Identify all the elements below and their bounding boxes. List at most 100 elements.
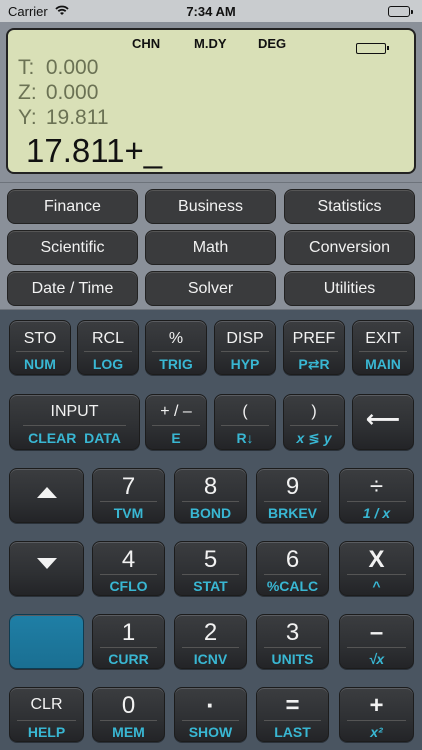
stack-t: T: 0.000 <box>18 56 98 80</box>
change-sign-key[interactable]: + / – E <box>145 394 207 450</box>
multiply-key[interactable]: X ^ <box>339 541 414 596</box>
down-arrow-icon <box>10 556 83 574</box>
mode-date-format: M.DY <box>194 36 227 51</box>
open-paren-key[interactable]: ( R↓ <box>214 394 276 450</box>
shift-key[interactable] <box>9 614 84 669</box>
menu-statistics-button[interactable]: Statistics <box>284 189 415 224</box>
key-sublabel: TVM <box>113 505 144 521</box>
decimal-key[interactable]: · SHOW <box>174 687 247 742</box>
up-arrow-icon <box>10 485 83 503</box>
stack-z-value: 0.000 <box>45 81 99 104</box>
nine-key[interactable]: 9 BRKEV <box>256 468 329 523</box>
key-sublabel: LOG <box>92 356 124 372</box>
menu-utilities-button[interactable]: Utilities <box>284 271 415 306</box>
key-label: % <box>168 330 184 347</box>
sto-key[interactable]: STO NUM <box>9 320 71 375</box>
key-label: 7 <box>121 473 136 500</box>
disp-key[interactable]: DISP HYP <box>214 320 276 375</box>
down-arrow-key[interactable] <box>9 541 84 596</box>
key-label: · <box>206 690 215 720</box>
add-key[interactable]: + x² <box>339 687 414 742</box>
key-sublabel: 1 / x <box>362 505 391 521</box>
key-label: ÷ <box>369 473 384 500</box>
key-label: STO <box>23 330 57 347</box>
key-sublabel: MAIN <box>365 356 401 372</box>
backspace-icon: ⟵ <box>365 406 401 433</box>
key-sublabel: ICNV <box>193 651 228 667</box>
key-label: 5 <box>203 546 218 573</box>
menu-math-button[interactable]: Math <box>145 230 276 265</box>
seven-key[interactable]: 7 TVM <box>92 468 165 523</box>
zero-key[interactable]: 0 MEM <box>92 687 165 742</box>
key-sublabel: P⇄R <box>298 356 330 372</box>
stack-t-label: T: <box>18 56 35 79</box>
exit-key[interactable]: EXIT MAIN <box>352 320 414 375</box>
pref-key[interactable]: PREF P⇄R <box>283 320 345 375</box>
up-arrow-key[interactable] <box>9 468 84 523</box>
input-key[interactable]: INPUT CLEAR DATA <box>9 394 140 450</box>
key-sublabel: LAST <box>274 724 311 740</box>
key-label: EXIT <box>365 330 401 347</box>
stack-y-value: 19.811 <box>45 106 109 129</box>
subtract-key[interactable]: – √x <box>339 614 414 669</box>
mode-angle: DEG <box>258 36 287 51</box>
key-label: 8 <box>203 473 218 500</box>
key-sublabel: NUM <box>24 356 56 372</box>
key-sublabel: MEM <box>112 724 145 740</box>
battery-indicator-icon <box>356 43 389 54</box>
display-region: CHN M.DY DEG T: 0.000 Z: 0.000 Y: 19.811… <box>0 22 422 182</box>
key-label: + / – <box>160 403 192 420</box>
key-label: 3 <box>285 619 300 646</box>
menu-finance-button[interactable]: Finance <box>7 189 138 224</box>
key-label: 1 <box>121 619 136 646</box>
key-label: PREF <box>292 330 336 347</box>
menu-business-button[interactable]: Business <box>145 189 276 224</box>
stack-z-label: Z: <box>18 81 37 104</box>
percent-key[interactable]: % TRIG <box>145 320 207 375</box>
rcl-key[interactable]: RCL LOG <box>77 320 139 375</box>
key-label: X <box>368 546 385 573</box>
menu-date-time-button[interactable]: Date / Time <box>7 271 138 306</box>
divide-key[interactable]: ÷ 1 / x <box>339 468 414 523</box>
key-label: 4 <box>121 546 136 573</box>
five-key[interactable]: 5 STAT <box>174 541 247 596</box>
key-sublabel: CFLO <box>109 578 148 594</box>
battery-icon <box>388 6 413 17</box>
key-label: CLR <box>30 696 63 713</box>
one-key[interactable]: 1 CURR <box>92 614 165 669</box>
four-key[interactable]: 4 CFLO <box>92 541 165 596</box>
backspace-key[interactable]: ⟵ <box>352 394 414 450</box>
key-sublabel: STAT <box>193 578 228 594</box>
key-sublabel: BRKEV <box>267 505 317 521</box>
six-key[interactable]: 6 %CALC <box>256 541 329 596</box>
menu-scientific-button[interactable]: Scientific <box>7 230 138 265</box>
status-bar: Carrier 7:34 AM <box>0 0 422 22</box>
menu-region: Finance Business Statistics Scientific M… <box>0 182 422 310</box>
key-label: DISP <box>226 330 264 347</box>
key-sublabel: x ≶ y <box>296 430 332 446</box>
key-sublabel: E <box>171 430 181 446</box>
key-sublabel: HELP <box>27 724 66 740</box>
key-label: ) <box>311 403 317 420</box>
key-label: 9 <box>285 473 300 500</box>
key-sublabel: TRIG <box>159 356 193 372</box>
menu-conversion-button[interactable]: Conversion <box>284 230 415 265</box>
eight-key[interactable]: 8 BOND <box>174 468 247 523</box>
key-sublabel: x² <box>370 724 383 740</box>
key-label: – <box>369 619 384 646</box>
menu-solver-button[interactable]: Solver <box>145 271 276 306</box>
equals-key[interactable]: = LAST <box>256 687 329 742</box>
key-sublabel: CURR <box>108 651 149 667</box>
key-label: 6 <box>285 546 300 573</box>
clr-key[interactable]: CLR HELP <box>9 687 84 742</box>
stack-t-value: 0.000 <box>45 56 99 79</box>
key-sublabel: R↓ <box>236 430 254 446</box>
two-key[interactable]: 2 ICNV <box>174 614 247 669</box>
close-paren-key[interactable]: ) x ≶ y <box>283 394 345 450</box>
stack-z: Z: 0.000 <box>18 81 98 105</box>
clock: 7:34 AM <box>186 4 236 19</box>
three-key[interactable]: 3 UNITS <box>256 614 329 669</box>
mode-indicators: CHN M.DY DEG <box>8 36 414 54</box>
key-sublabel: UNITS <box>271 651 314 667</box>
key-sublabel: ^ <box>372 578 381 594</box>
